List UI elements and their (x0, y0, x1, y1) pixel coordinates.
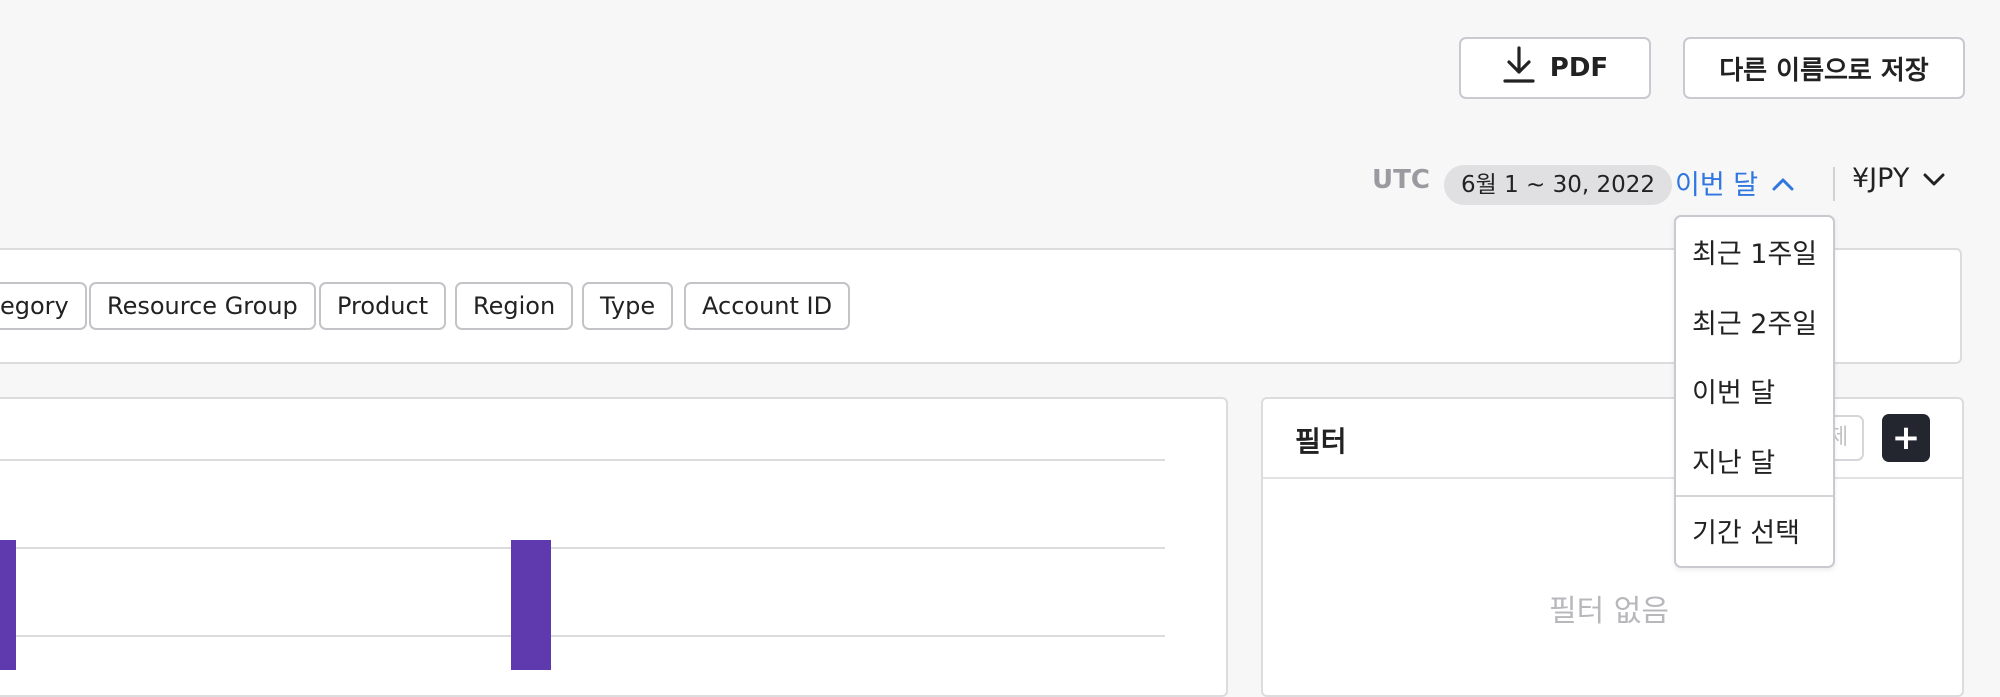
download-icon (1502, 45, 1536, 91)
tag-resource-group[interactable]: Resource Group (89, 282, 316, 330)
dropdown-divider (1676, 495, 1833, 497)
tag-region[interactable]: Region (455, 282, 574, 330)
chart-bar[interactable] (0, 540, 16, 670)
date-range-chip: 6월 1 ~ 30, 2022 (1444, 165, 1673, 205)
pdf-label: PDF (1549, 53, 1609, 83)
period-dropdown-menu: 최근 1주일 최근 2주일 이번 달 지난 달 기간 선택 (1674, 215, 1835, 568)
toolbar-divider (1833, 167, 1835, 201)
filter-divider (1263, 477, 1962, 479)
save-as-button[interactable]: 다른 이름으로 저장 (1683, 37, 1965, 99)
cost-chart (0, 459, 1165, 670)
download-pdf-button[interactable]: PDF (1459, 37, 1651, 99)
currency-selector[interactable]: ¥JPY (1852, 163, 1945, 194)
period-option-last-1-week[interactable]: 최근 1주일 (1676, 224, 1833, 286)
period-option-last-2-weeks[interactable]: 최근 2주일 (1676, 294, 1833, 356)
chevron-up-icon (1772, 167, 1794, 198)
period-option-custom-range[interactable]: 기간 선택 (1676, 503, 1833, 565)
add-filter-button[interactable]: + (1882, 414, 1930, 462)
tag-type[interactable]: Type (582, 282, 674, 330)
chevron-down-icon (1923, 163, 1945, 194)
tag-product[interactable]: Product (319, 282, 447, 330)
filter-title: 필터 (1295, 425, 1347, 458)
period-label: 이번 달 (1675, 170, 1759, 201)
period-selector[interactable]: 이번 달 (1675, 163, 1794, 202)
chart-bar[interactable] (511, 540, 551, 670)
currency-label: ¥JPY (1852, 163, 1910, 194)
period-option-this-month[interactable]: 이번 달 (1676, 363, 1833, 425)
filter-empty-text: 필터 없음 (1549, 594, 1669, 629)
tag-account-id[interactable]: Account ID (684, 282, 851, 330)
tag-category[interactable]: egory (0, 282, 87, 330)
timezone-label: UTC (1372, 165, 1430, 195)
period-option-last-month[interactable]: 지난 달 (1676, 433, 1833, 495)
